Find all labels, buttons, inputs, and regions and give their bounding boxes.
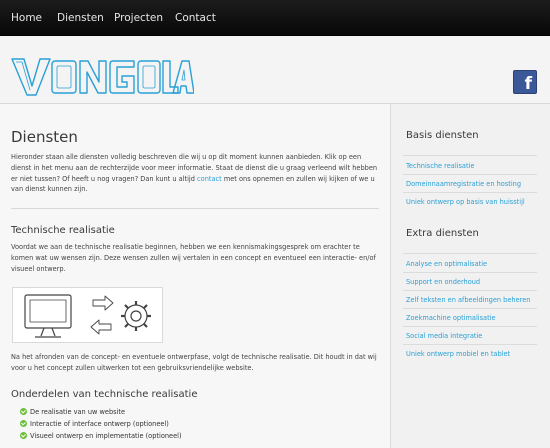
monitor-gear-illustration xyxy=(24,294,151,338)
top-nav: Home Diensten Projecten Contact xyxy=(0,0,550,36)
parts-title: Onderdelen van technische realisatie xyxy=(11,389,198,400)
list-item: Interactie of interface ontwerp (optione… xyxy=(20,420,169,428)
logo[interactable] xyxy=(10,56,194,98)
sidebar-divider xyxy=(403,344,537,345)
technical-illustration xyxy=(12,287,163,343)
sidebar-divider xyxy=(403,272,537,273)
list-item: Visueel ontwerp en implementatie (option… xyxy=(20,432,182,440)
sidebar-divider xyxy=(403,326,537,327)
nav-home[interactable]: Home xyxy=(11,12,42,24)
nav-diensten[interactable]: Diensten xyxy=(57,12,104,24)
sidebar-divider xyxy=(403,253,537,254)
list-item: De realisatie van uw website xyxy=(20,408,125,416)
facebook-icon: f xyxy=(524,74,532,94)
after-text: Na het afronden van de concept- en event… xyxy=(11,353,377,372)
section-title: Technische realisatie xyxy=(11,225,115,236)
intro-text: Hieronder staan alle diensten volledig b… xyxy=(11,152,381,195)
sidebar-item-support[interactable]: Support en onderhoud xyxy=(406,278,480,286)
sidebar-item-domeinnaam[interactable]: Domeinnaamregistratie en hosting xyxy=(406,180,521,188)
sidebar-divider xyxy=(403,155,537,156)
nav-contact[interactable]: Contact xyxy=(175,12,216,24)
sidebar-item-uniek-ontwerp[interactable]: Uniek ontwerp op basis van huisstijl xyxy=(406,198,525,206)
contact-link[interactable]: contact xyxy=(197,175,222,183)
check-icon xyxy=(20,432,27,439)
nav-projecten[interactable]: Projecten xyxy=(114,12,163,24)
facebook-button[interactable]: f xyxy=(513,70,537,94)
sidebar-item-mobiel-tablet[interactable]: Uniek ontwerp mobiel en tablet xyxy=(406,350,510,358)
list-item-label: Interactie of interface ontwerp (optione… xyxy=(30,420,169,428)
sidebar-extra-title: Extra diensten xyxy=(406,228,479,239)
sidebar-divider xyxy=(403,290,537,291)
sidebar-divider xyxy=(403,308,537,309)
sidebar-basis-title: Basis diensten xyxy=(406,130,479,141)
sidebar-divider xyxy=(403,192,537,193)
check-icon xyxy=(20,408,27,415)
sidebar-divider xyxy=(403,174,537,175)
section-divider xyxy=(11,208,379,209)
sidebar-item-analyse[interactable]: Analyse en optimalisatie xyxy=(406,260,487,268)
page-title: Diensten xyxy=(11,128,78,146)
sidebar-item-teksten[interactable]: Zelf teksten en afbeeldingen beheren xyxy=(406,296,530,304)
section-text: Voordat we aan de technische realisatie … xyxy=(11,243,376,273)
list-item-label: Visueel ontwerp en implementatie (option… xyxy=(30,432,182,440)
check-icon xyxy=(20,420,27,427)
header xyxy=(0,36,550,104)
list-item-label: De realisatie van uw website xyxy=(30,408,126,416)
sidebar-item-zoekmachine[interactable]: Zoekmachine optimalisatie xyxy=(406,314,496,322)
sidebar-item-social-media[interactable]: Social media integratie xyxy=(406,332,482,340)
sidebar-item-technische-realisatie[interactable]: Technische realisatie xyxy=(406,162,474,170)
